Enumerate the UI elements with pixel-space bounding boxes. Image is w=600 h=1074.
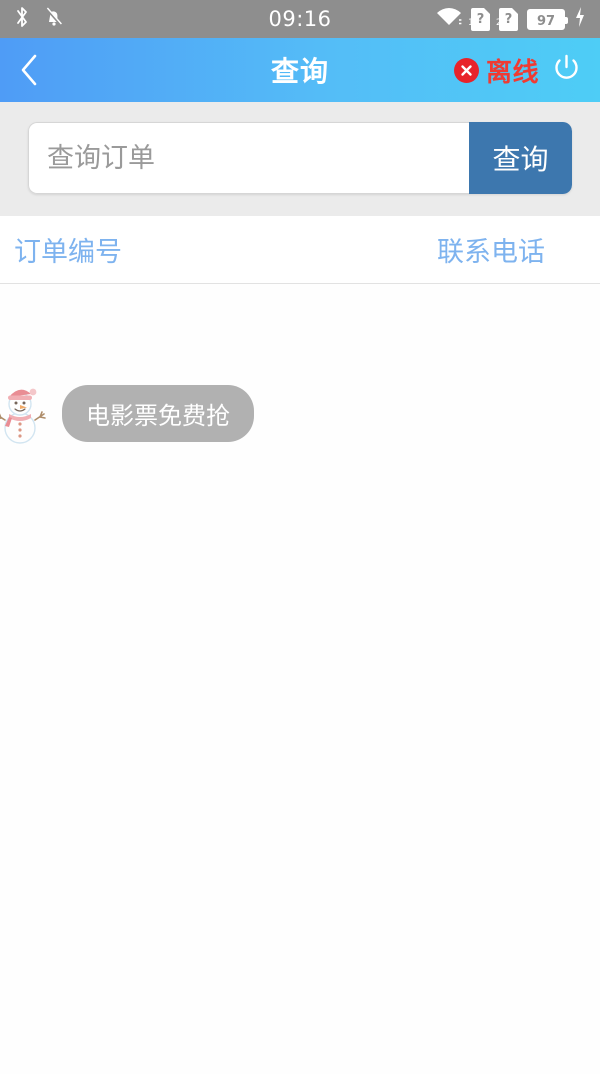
status-bar-right-icons: ? 1 ? 2 97 <box>436 6 586 32</box>
notifications-off-icon <box>44 6 64 32</box>
search-input[interactable] <box>28 122 469 194</box>
column-header-contact-phone: 联系电话 <box>437 237 545 268</box>
back-button[interactable] <box>18 48 58 92</box>
chevron-left-icon <box>21 54 37 86</box>
search-bar: 查询 <box>28 122 572 194</box>
snowman-icon[interactable] <box>0 382 48 444</box>
status-bar: 09:16 ? 1 ? 2 97 <box>0 0 600 38</box>
connection-status-label: 离线 <box>485 57 539 88</box>
power-button[interactable] <box>551 53 582 88</box>
sim2-label: ? <box>504 11 513 27</box>
search-button[interactable]: 查询 <box>469 122 572 194</box>
app-screen: 09:16 ? 1 ? 2 97 查询 离线 查询订单 查询 订单编号 联系电话… <box>0 0 600 1074</box>
status-bar-left-icons <box>14 6 64 32</box>
header-actions: 离线 <box>453 52 582 89</box>
close-circle-icon <box>453 57 479 83</box>
sim1-index: 1 <box>468 17 474 28</box>
search-section: 查询 <box>0 102 600 216</box>
app-header: 查询 离线 <box>0 38 600 102</box>
promo-widget[interactable]: 电影票免费抢 <box>0 382 254 444</box>
column-header-order-number: 订单编号 <box>14 237 122 268</box>
order-list: 电影票免费抢 <box>0 284 600 1074</box>
sim1-icon: ? 1 <box>468 7 490 31</box>
connection-status-badge[interactable]: 离线 <box>453 52 539 89</box>
power-icon <box>555 54 578 79</box>
charging-bolt-icon <box>574 6 586 32</box>
sim1-label: ? <box>476 11 485 27</box>
wifi-icon <box>436 7 462 31</box>
sim2-index: 2 <box>496 17 502 28</box>
sim2-icon: ? 2 <box>496 7 518 31</box>
bluetooth-icon <box>14 6 30 32</box>
battery-icon: 97 <box>527 8 568 30</box>
promo-bubble-label[interactable]: 电影票免费抢 <box>62 384 254 442</box>
table-column-headers: 订单编号 联系电话 <box>0 216 600 284</box>
